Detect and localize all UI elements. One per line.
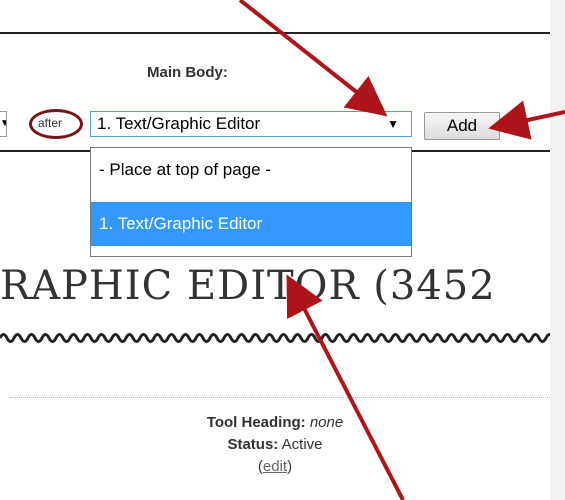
arrow-to-add-button xyxy=(488,100,565,140)
annotation-arrows xyxy=(238,0,565,500)
arrow-to-dropdown xyxy=(238,0,388,117)
arrow-to-title xyxy=(286,274,405,500)
